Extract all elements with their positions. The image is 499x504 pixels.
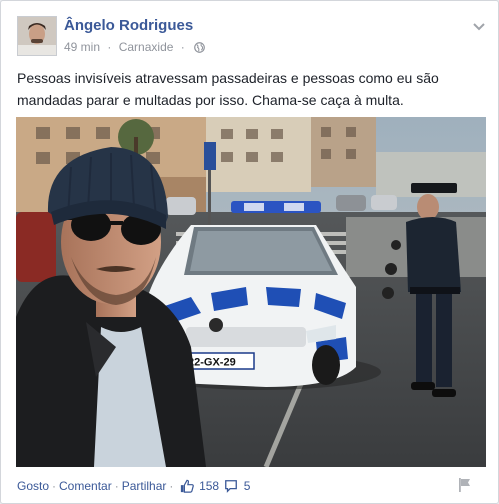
like-link[interactable]: Gosto [17,479,49,493]
avatar[interactable] [17,16,57,56]
author-name[interactable]: Ângelo Rodrigues [64,17,193,34]
post-card: Ângelo Rodrigues 49 min · Carnaxide · Pe… [0,0,499,504]
chevron-down-icon[interactable] [472,19,486,31]
likes-count[interactable]: 158 [199,479,219,493]
action-separator: · [114,479,119,493]
license-plate-text: 22-GX-29 [188,357,236,369]
meta-separator: · [180,40,185,54]
post-photo[interactable]: 22-GX-29 [16,117,486,467]
globe-icon[interactable] [194,42,205,56]
post-location[interactable]: Carnaxide [119,40,174,54]
comment-bubble-icon[interactable] [224,479,241,493]
post-meta: 49 min · Carnaxide · [64,40,205,56]
comment-link[interactable]: Comentar [59,479,112,493]
action-separator: · [52,479,57,493]
like-thumb-icon[interactable] [180,479,197,493]
post-time[interactable]: 49 min [64,40,100,54]
action-separator: · [169,479,174,493]
flag-icon[interactable] [458,477,472,493]
post-actions: Gosto · Comentar · Partilhar · 158 5 [17,479,482,495]
share-link[interactable]: Partilhar [122,479,167,493]
comments-count[interactable]: 5 [244,479,251,493]
meta-separator: · [107,40,112,54]
post-text: Pessoas invisíveis atravessam passadeira… [17,70,439,108]
